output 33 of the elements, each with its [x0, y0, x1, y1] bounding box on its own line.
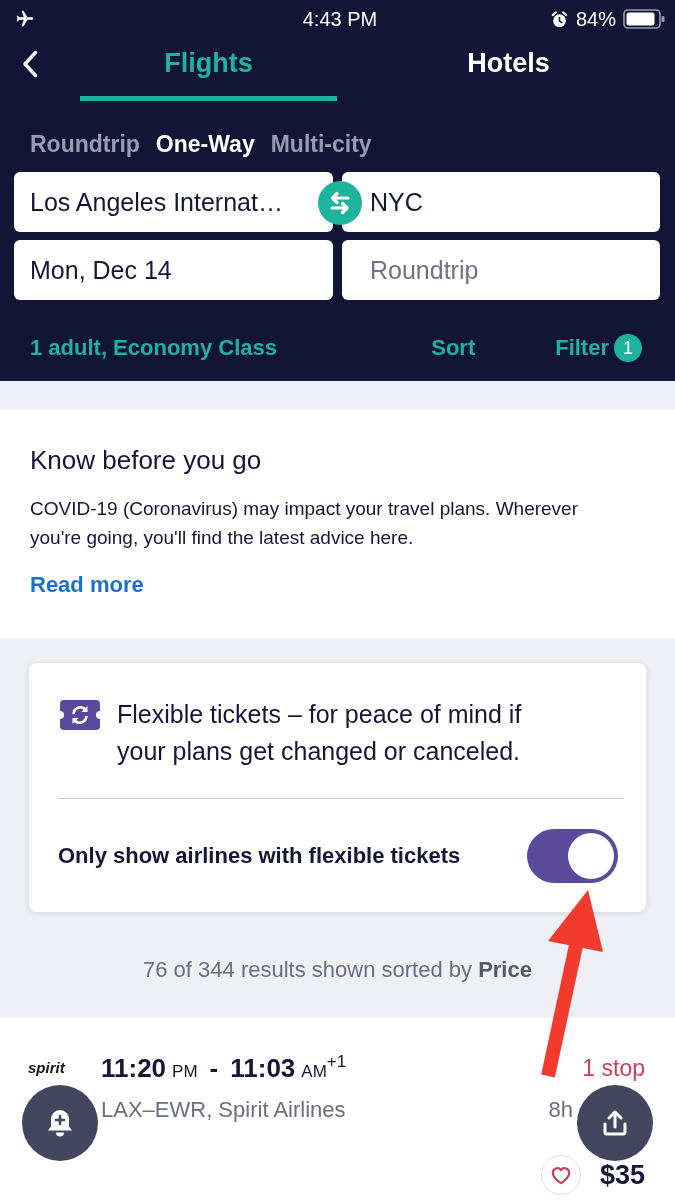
- results-summary: 76 of 344 results shown sorted by Price: [142, 956, 533, 984]
- price-text: $35: [599, 1160, 645, 1190]
- flexible-toggle[interactable]: [527, 829, 618, 883]
- origin-field[interactable]: Los Angeles Internat…: [14, 172, 333, 232]
- stops-text: 1 stop: [582, 1054, 645, 1082]
- trip-type-option[interactable]: Roundtrip: [30, 130, 140, 158]
- trip-type-option[interactable]: Multi-city: [270, 130, 372, 158]
- status-time: 4:43 PM: [302, 7, 378, 31]
- route-text: LAX–EWR, Spirit Airlines: [101, 1097, 346, 1123]
- duration-text: 8h: [548, 1097, 573, 1123]
- return-date-field[interactable]: Roundtrip: [342, 240, 660, 300]
- read-more-link[interactable]: Read more: [30, 569, 144, 601]
- tab[interactable]: Flights: [80, 38, 337, 101]
- flexible-tickets-text: Flexible tickets – for peace of mind if your plans get changed or canceled.: [117, 699, 523, 767]
- date-field[interactable]: Mon, Dec 14: [14, 240, 333, 300]
- notice-title: Know before you go: [30, 444, 263, 477]
- destination-field[interactable]: NYC: [342, 172, 660, 232]
- filter-button[interactable]: Filter 1: [555, 334, 642, 362]
- battery-icon: [623, 9, 665, 29]
- ticket-icon: [60, 700, 100, 730]
- sort-button[interactable]: Sort: [431, 335, 476, 361]
- tab[interactable]: Hotels: [380, 38, 637, 101]
- airplane-icon: [15, 9, 35, 29]
- passengers-button[interactable]: 1 adult, Economy Class: [30, 335, 277, 361]
- back-icon[interactable]: [22, 50, 38, 78]
- airline-logo: spirit: [28, 1059, 65, 1076]
- alarm-clock-icon: [549, 9, 569, 29]
- trip-type-option[interactable]: One-Way: [155, 130, 255, 158]
- flexible-toggle-label: Only show airlines with flexible tickets: [58, 843, 461, 869]
- swap-icon[interactable]: [318, 181, 362, 225]
- notice-text: COVID-19 (Coronavirus) may impact your travel plans. Wherever you're going, you'll find the latest advice here.: [30, 497, 579, 550]
- filter-count-badge: 1: [614, 334, 642, 362]
- battery-percent: 84%: [575, 7, 616, 31]
